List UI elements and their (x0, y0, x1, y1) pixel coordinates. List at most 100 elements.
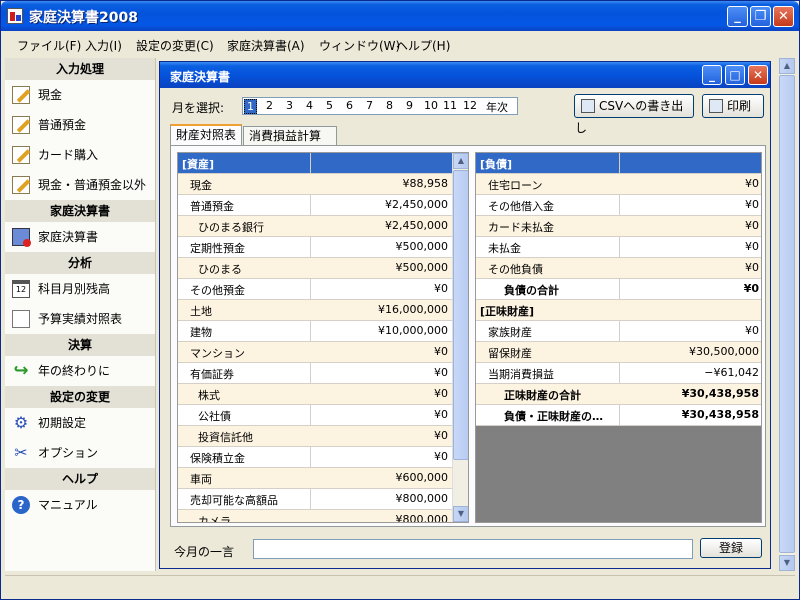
month-2[interactable]: 2 (266, 99, 273, 112)
month-6[interactable]: 6 (346, 99, 353, 112)
table-row[interactable]: 家族財産 ¥0 (476, 321, 761, 342)
csv-export-button[interactable]: CSVへの書き出し (574, 94, 694, 135)
table-row[interactable]: 定期性預金 ¥500,000 (178, 237, 453, 258)
table-row[interactable]: カード未払金 ¥0 (476, 216, 761, 237)
row-value: ¥0 (745, 198, 759, 211)
table-row[interactable]: 建物 ¥10,000,000 (178, 321, 453, 342)
scroll-thumb[interactable] (453, 170, 468, 460)
month-12[interactable]: 12 (463, 99, 477, 112)
scroll-down-button[interactable]: ▼ (453, 506, 468, 522)
main-scrollbar[interactable]: ▲ ▼ (779, 58, 795, 571)
app-titlebar[interactable]: 家庭決算書2008 _ ❐ ✕ (1, 1, 799, 31)
table-row[interactable]: 現金 ¥88,958 (178, 174, 453, 195)
table-row[interactable]: 車両 ¥600,000 (178, 468, 453, 489)
row-label: ひのまる銀行 (198, 221, 264, 234)
empty-grid-area (476, 426, 761, 522)
scroll-thumb[interactable] (779, 75, 795, 553)
row-label: その他預金 (190, 284, 245, 297)
sidebar-item-year-end[interactable]: ↪ 年の終わりに (5, 356, 155, 386)
menu-window[interactable]: ウィンドウ(W) (319, 37, 400, 54)
table-row[interactable]: その他借入金 ¥0 (476, 195, 761, 216)
table-row[interactable]: 当期消費損益 −¥61,042 (476, 363, 761, 384)
register-button[interactable]: 登録 (700, 538, 762, 558)
close-button[interactable]: ✕ (773, 6, 794, 27)
row-value: ¥600,000 (395, 471, 449, 484)
row-value: ¥0 (745, 177, 759, 190)
maximize-button[interactable]: ❐ (750, 6, 771, 27)
report-maximize-button[interactable]: □ (725, 65, 745, 85)
sidebar-item-budget[interactable]: 予算実績対照表 (5, 304, 155, 334)
table-row[interactable]: 投資信託他 ¥0 (178, 426, 453, 447)
tab-income-statement[interactable]: 消費損益計算書 (243, 126, 337, 161)
sidebar-header-settings: 設定の変更 (5, 386, 155, 408)
menu-input[interactable]: 入力(I) (85, 37, 122, 54)
row-value: ¥0 (434, 282, 448, 295)
month-8[interactable]: 8 (386, 99, 393, 112)
row-value: ¥30,438,958 (681, 408, 759, 421)
report-titlebar[interactable]: 家庭決算書 _ □ ✕ (160, 62, 770, 88)
month-4[interactable]: 4 (306, 99, 313, 112)
table-row[interactable]: 留保財産 ¥30,500,000 (476, 342, 761, 363)
report-minimize-button[interactable]: _ (702, 65, 722, 85)
minimize-button[interactable]: _ (727, 6, 748, 27)
sidebar-item-label: カード購入 (38, 148, 99, 162)
sidebar-item-savings[interactable]: 普通預金 (5, 110, 155, 140)
sidebar-item-report[interactable]: 家庭決算書 (5, 222, 155, 252)
sidebar-item-monthly-balance[interactable]: 12 科目月別残高 (5, 274, 155, 304)
row-value: ¥2,450,000 (385, 198, 448, 211)
comment-input[interactable] (253, 539, 693, 559)
print-button[interactable]: 印刷 (702, 94, 764, 118)
menu-help[interactable]: ヘルプ(H) (396, 37, 450, 54)
sidebar-header-help: ヘルプ (5, 468, 155, 490)
month-11[interactable]: 11 (443, 99, 457, 112)
table-row[interactable]: その他預金 ¥0 (178, 279, 453, 300)
table-row[interactable]: ひのまる ¥500,000 (178, 258, 453, 279)
table-row[interactable]: 株式 ¥0 (178, 384, 453, 405)
sidebar-item-options[interactable]: ✂ オプション (5, 438, 155, 468)
scroll-up-button[interactable]: ▲ (453, 153, 468, 169)
table-row[interactable]: ひのまる銀行 ¥2,450,000 (178, 216, 453, 237)
table-row[interactable]: 正味財産の合計 ¥30,438,958 (476, 384, 761, 405)
sidebar-item-initial-settings[interactable]: ⚙ 初期設定 (5, 408, 155, 438)
sidebar-item-other[interactable]: 現金・普通預金以外 (5, 170, 155, 200)
report-close-button[interactable]: ✕ (748, 65, 768, 85)
month-10[interactable]: 10 (424, 99, 438, 112)
month-5[interactable]: 5 (326, 99, 333, 112)
table-row[interactable]: 負債の合計 ¥0 (476, 279, 761, 300)
table-row[interactable]: 保険積立金 ¥0 (178, 447, 453, 468)
app-window: 家庭決算書2008 _ ❐ ✕ ファイル(F) 入力(I) 設定の変更(C) 家… (0, 0, 800, 600)
assets-scrollbar[interactable]: ▲ ▼ (452, 153, 468, 522)
table-row[interactable]: その他負債 ¥0 (476, 258, 761, 279)
row-value: ¥500,000 (395, 261, 449, 274)
tab-balance-sheet[interactable]: 財産対照表 (170, 124, 242, 146)
menu-settings[interactable]: 設定の変更(C) (136, 37, 214, 54)
table-row[interactable]: 未払金 ¥0 (476, 237, 761, 258)
month-9[interactable]: 9 (406, 99, 413, 112)
row-value: ¥0 (434, 387, 448, 400)
table-row[interactable]: [正味財産] (476, 300, 761, 321)
table-row[interactable]: 土地 ¥16,000,000 (178, 300, 453, 321)
scroll-down-button[interactable]: ▼ (779, 555, 795, 571)
table-row[interactable]: マンション ¥0 (178, 342, 453, 363)
table-row[interactable]: 住宅ローン ¥0 (476, 174, 761, 195)
month-3[interactable]: 3 (286, 99, 293, 112)
table-row[interactable]: 有価証券 ¥0 (178, 363, 453, 384)
row-value: ¥0 (434, 429, 448, 442)
month-1[interactable]: 1 (244, 99, 257, 114)
table-row[interactable]: 負債・正味財産の… ¥30,438,958 (476, 405, 761, 426)
row-label: その他借入金 (488, 200, 554, 213)
table-row[interactable]: カメラ ¥800,000 (178, 510, 453, 522)
scroll-up-button[interactable]: ▲ (779, 58, 795, 74)
sidebar-item-card[interactable]: カード購入 (5, 140, 155, 170)
table-row[interactable]: 普通預金 ¥2,450,000 (178, 195, 453, 216)
table-row[interactable]: 公社債 ¥0 (178, 405, 453, 426)
sidebar-item-manual[interactable]: ? マニュアル (5, 490, 155, 520)
sidebar-item-cash[interactable]: 現金 (5, 80, 155, 110)
month-7[interactable]: 7 (366, 99, 373, 112)
table-row[interactable]: 売却可能な高額品 ¥800,000 (178, 489, 453, 510)
menu-report[interactable]: 家庭決算書(A) (227, 37, 305, 54)
row-label: 株式 (198, 389, 220, 402)
menu-file[interactable]: ファイル(F) (17, 37, 81, 54)
row-value: ¥30,438,958 (681, 387, 759, 400)
month-annual[interactable]: 年次 (486, 99, 508, 115)
